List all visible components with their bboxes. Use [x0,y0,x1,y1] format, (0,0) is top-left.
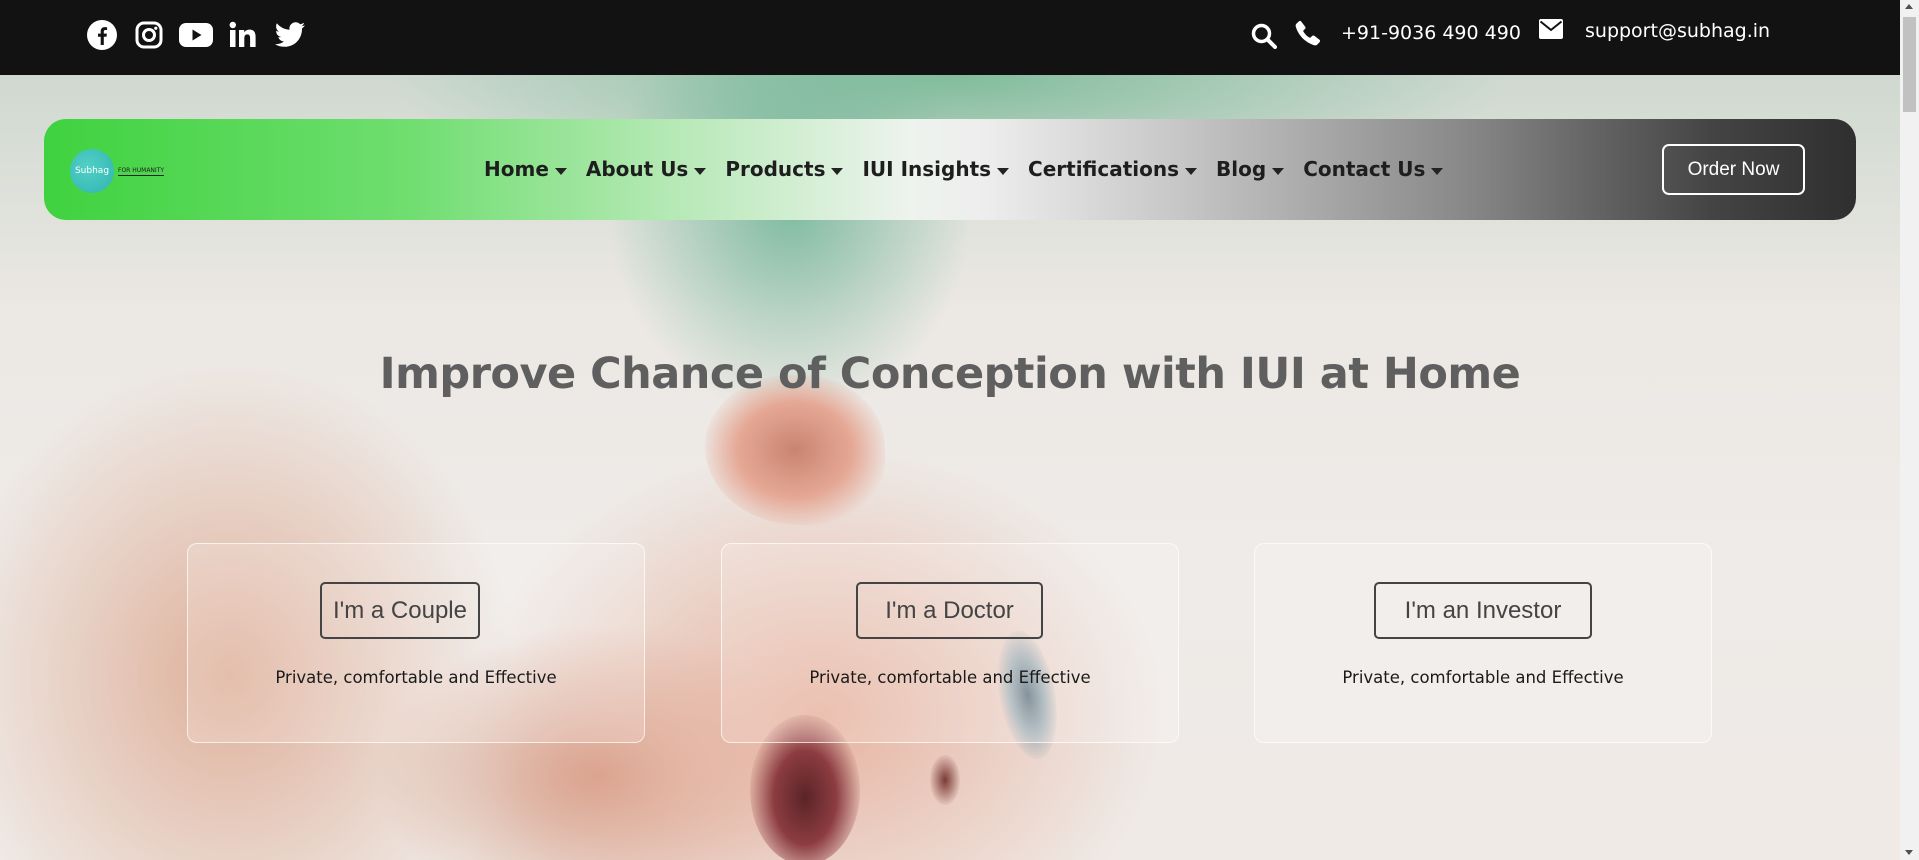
audience-card-investor: I'm an Investor Private, comfortable and… [1254,543,1712,743]
instagram-icon[interactable] [132,18,166,52]
nav-item-products[interactable]: Products [725,157,844,181]
logo-tagline: FOR HUMANITY [118,166,165,176]
hero-headline: Improve Chance of Conception with IUI at… [379,349,1521,399]
caret-down-icon [1185,167,1198,175]
card-description: Private, comfortable and Effective [1342,668,1624,687]
phone-icon [1295,20,1321,46]
envelope-icon [1539,19,1563,39]
nav-item-certifications[interactable]: Certifications [1028,157,1198,181]
card-description: Private, comfortable and Effective [809,668,1091,687]
couple-button[interactable]: I'm a Couple [320,582,480,639]
caret-down-icon [1431,167,1444,175]
order-now-button[interactable]: Order Now [1662,144,1805,195]
nav-item-blog[interactable]: Blog [1216,157,1285,181]
scroll-down-arrow-icon[interactable] [1905,850,1913,855]
scrollbar-thumb[interactable] [1903,17,1916,112]
youtube-icon[interactable] [179,18,213,52]
nav-item-home[interactable]: Home [484,157,567,181]
phone-number[interactable]: +91-9036 490 490 [1341,22,1521,44]
email-contact[interactable]: support@subhag.in [1539,19,1770,42]
doctor-button[interactable]: I'm a Doctor [856,582,1043,639]
top-bar: +91-9036 490 490 support@subhag.in [0,0,1900,75]
nav-item-contact-us[interactable]: Contact Us [1303,157,1444,181]
investor-button[interactable]: I'm an Investor [1374,582,1592,639]
audience-card-doctor: I'm a Doctor Private, comfortable and Ef… [721,543,1179,743]
caret-down-icon [554,167,567,175]
card-description: Private, comfortable and Effective [275,668,557,687]
site-logo[interactable]: Subhag FOR HUMANITY [70,149,165,193]
twitter-icon[interactable] [273,18,307,52]
facebook-icon[interactable] [85,18,119,52]
phone-contact[interactable]: +91-9036 490 490 [1295,20,1521,46]
main-navbar: Subhag FOR HUMANITY Home About Us Produc… [44,119,1856,220]
linkedin-icon[interactable] [226,18,260,52]
search-icon[interactable] [1251,23,1277,53]
logo-mark: Subhag [70,149,114,193]
email-address[interactable]: support@subhag.in [1585,20,1770,42]
social-links [85,18,320,52]
audience-card-couple: I'm a Couple Private, comfortable and Ef… [187,543,645,743]
nav-item-iui-insights[interactable]: IUI Insights [862,157,1010,181]
caret-down-icon [831,167,844,175]
scroll-up-arrow-icon[interactable] [1905,4,1913,9]
nav-item-about-us[interactable]: About Us [586,157,707,181]
main-menu: Home About Us Products IUI Insights Cert… [484,157,1462,181]
page-scrollbar[interactable] [1900,0,1919,860]
caret-down-icon [997,167,1010,175]
caret-down-icon [1272,167,1285,175]
caret-down-icon [694,167,707,175]
